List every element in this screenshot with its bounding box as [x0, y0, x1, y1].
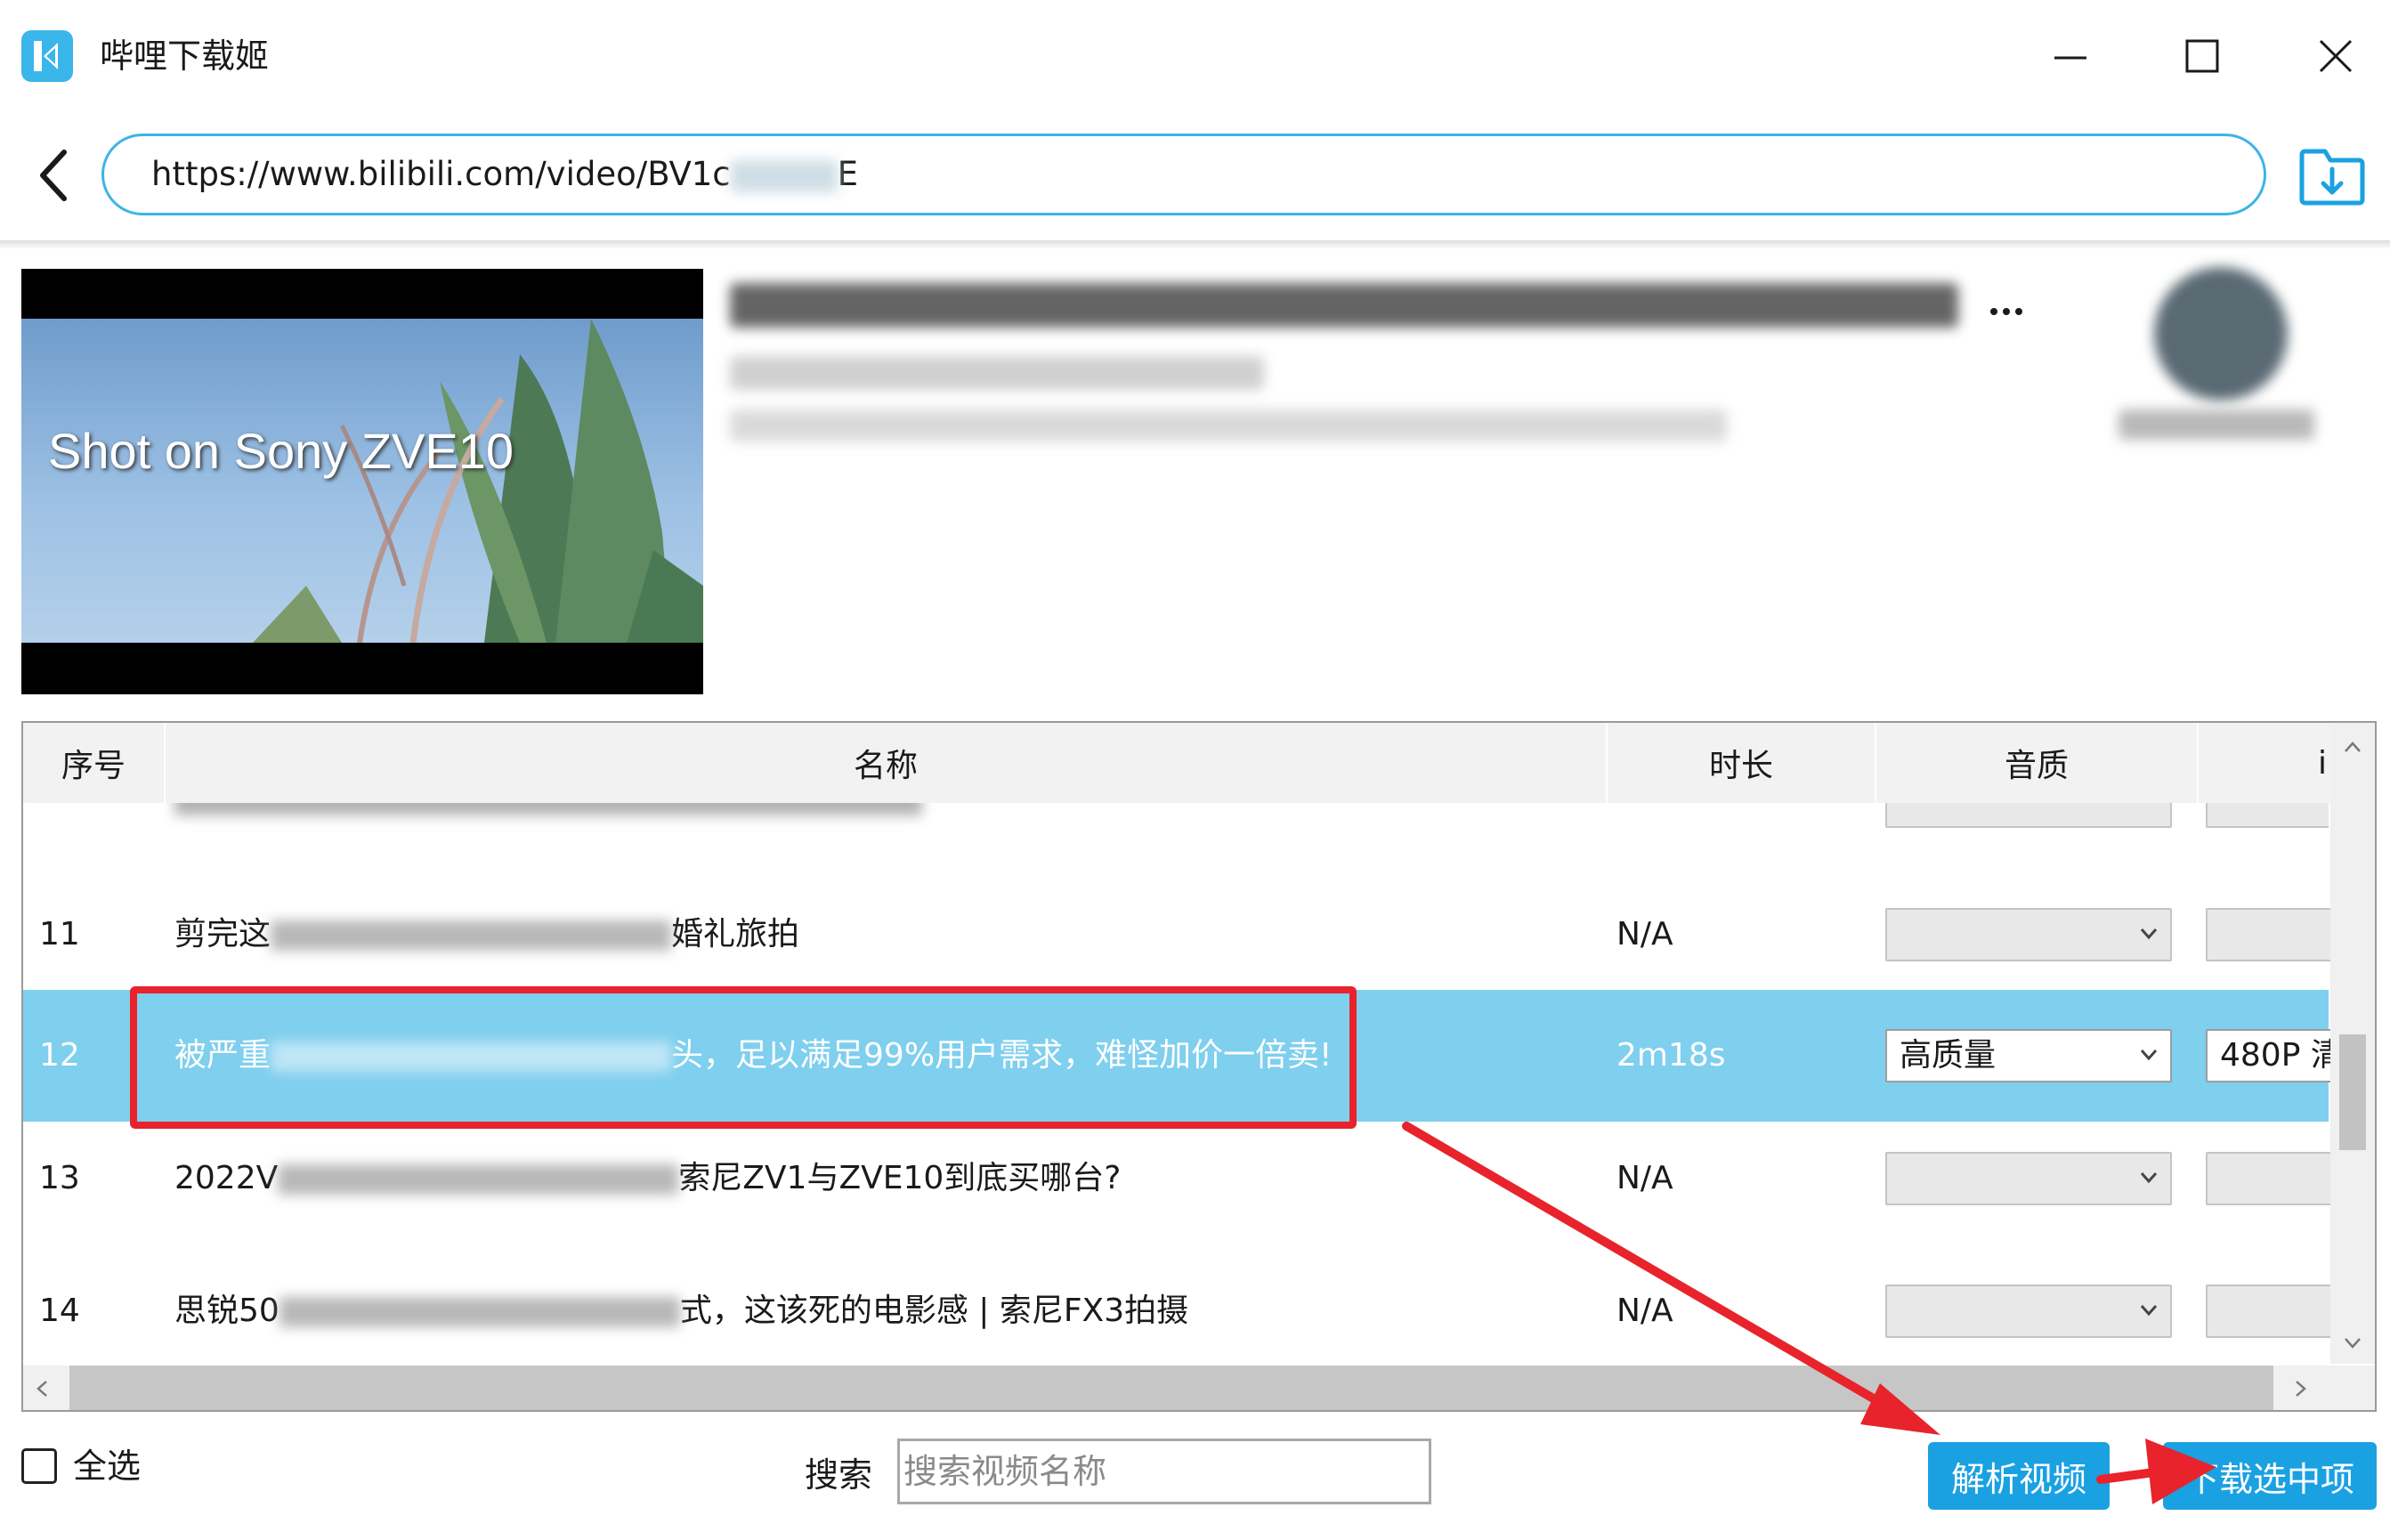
- row-index: 12: [39, 1037, 80, 1074]
- chevron-down-icon: [2140, 928, 2158, 940]
- video-dropdown[interactable]: 480P 清: [2206, 1029, 2339, 1082]
- row-name: 思锐50 式，这该死的电影感 | 索尼FX3拍摄: [174, 1293, 1189, 1329]
- video-dropdown[interactable]: [2206, 1285, 2339, 1338]
- maximize-icon: [2185, 39, 2219, 73]
- audio-dropdown[interactable]: [1885, 803, 2172, 828]
- row-index: 14: [39, 1293, 80, 1329]
- name-redacted-segment: [278, 1164, 679, 1195]
- chevron-down-icon: [2140, 1305, 2158, 1317]
- column-header-audio[interactable]: 音质: [1876, 723, 2199, 803]
- table-row[interactable]: 14 思锐50 式，这该死的电影感 | 索尼FX3拍摄 N/A: [23, 1268, 2339, 1366]
- download-folder-button[interactable]: [2297, 141, 2368, 208]
- video-dropdown[interactable]: [2206, 1152, 2339, 1205]
- url-redacted-segment: [730, 159, 838, 192]
- row-duration: N/A: [1616, 1293, 1673, 1329]
- scroll-right-icon: [2296, 1381, 2306, 1397]
- maximize-button[interactable]: [2167, 27, 2238, 85]
- vertical-scroll-thumb[interactable]: [2339, 1034, 2366, 1150]
- app-logo-icon: [21, 30, 73, 82]
- uploader-name-redacted: [2119, 409, 2314, 440]
- video-title-redacted: [730, 283, 1958, 328]
- video-dropdown[interactable]: [2206, 803, 2329, 828]
- close-icon: [2319, 39, 2353, 73]
- header-divider: [0, 240, 2390, 249]
- table-header: 序号 名称 时长 音质 i: [23, 723, 2355, 803]
- video-meta-redacted: [730, 356, 1264, 390]
- video-thumbnail: Shot on Sony ZVE10: [21, 269, 703, 694]
- vertical-scrollbar[interactable]: [2330, 723, 2375, 1364]
- select-all-label: 全选: [73, 1447, 142, 1486]
- column-header-duration[interactable]: 时长: [1608, 723, 1876, 803]
- audio-dropdown[interactable]: [1885, 1285, 2172, 1338]
- audio-dropdown[interactable]: 高质量: [1885, 1029, 2172, 1082]
- parse-video-button[interactable]: 解析视频: [1928, 1442, 2110, 1510]
- chevron-left-icon: [40, 150, 67, 201]
- table-row-partial: [23, 803, 2329, 830]
- row-name: 2022V 索尼ZV1与ZVE10到底买哪台?: [174, 1160, 1122, 1196]
- select-all-checkbox[interactable]: [21, 1448, 57, 1484]
- horizontal-scrollbar[interactable]: [23, 1366, 2375, 1410]
- name-redacted-segment: [279, 1297, 680, 1327]
- close-button[interactable]: [2300, 27, 2371, 85]
- audio-dropdown[interactable]: [1885, 908, 2172, 961]
- audio-dropdown[interactable]: [1885, 1152, 2172, 1205]
- table-row[interactable]: 13 2022V 索尼ZV1与ZVE10到底买哪台? N/A: [23, 1136, 2339, 1268]
- column-header-video[interactable]: i: [2199, 723, 2332, 803]
- highlight-box-annotation: [130, 986, 1357, 1129]
- column-header-name[interactable]: 名称: [166, 723, 1608, 803]
- name-redacted-segment: [271, 920, 672, 951]
- app-title: 哔哩下载姬: [100, 36, 270, 76]
- back-button[interactable]: [27, 142, 80, 208]
- chevron-down-icon: [2140, 1172, 2158, 1184]
- scroll-left-icon: [36, 1381, 47, 1397]
- uploader-avatar[interactable]: [2154, 267, 2288, 401]
- partial-row-redacted: [174, 803, 922, 815]
- horizontal-scroll-thumb[interactable]: [69, 1366, 2273, 1410]
- url-text: https://www.bilibili.com/video/BV1c E: [151, 155, 859, 193]
- more-icon: [1989, 303, 2024, 320]
- video-stats-redacted: [730, 409, 1727, 442]
- row-duration: N/A: [1616, 916, 1673, 952]
- download-folder-icon: [2299, 149, 2365, 206]
- thumbnail-caption: Shot on Sony ZVE10: [48, 423, 514, 479]
- download-selected-button[interactable]: 下载选中项: [2163, 1442, 2377, 1510]
- chevron-down-icon: [2140, 1050, 2158, 1061]
- search-input[interactable]: [897, 1439, 1431, 1504]
- video-dropdown[interactable]: [2206, 908, 2339, 961]
- column-header-index[interactable]: 序号: [23, 723, 166, 803]
- table-row[interactable]: 11 剪完这 婚礼旅拍 N/A: [23, 869, 2339, 1001]
- row-name: 剪完这 婚礼旅拍: [174, 916, 800, 952]
- row-index: 13: [39, 1160, 80, 1196]
- minimize-button[interactable]: [2035, 27, 2106, 85]
- row-duration: 2m18s: [1616, 1037, 1726, 1074]
- row-index: 11: [39, 916, 80, 952]
- row-duration: N/A: [1616, 1160, 1673, 1196]
- search-label: 搜索: [805, 1455, 873, 1495]
- scroll-up-icon: [2345, 742, 2361, 752]
- scroll-down-icon: [2345, 1338, 2361, 1349]
- minimize-icon: [2054, 56, 2086, 60]
